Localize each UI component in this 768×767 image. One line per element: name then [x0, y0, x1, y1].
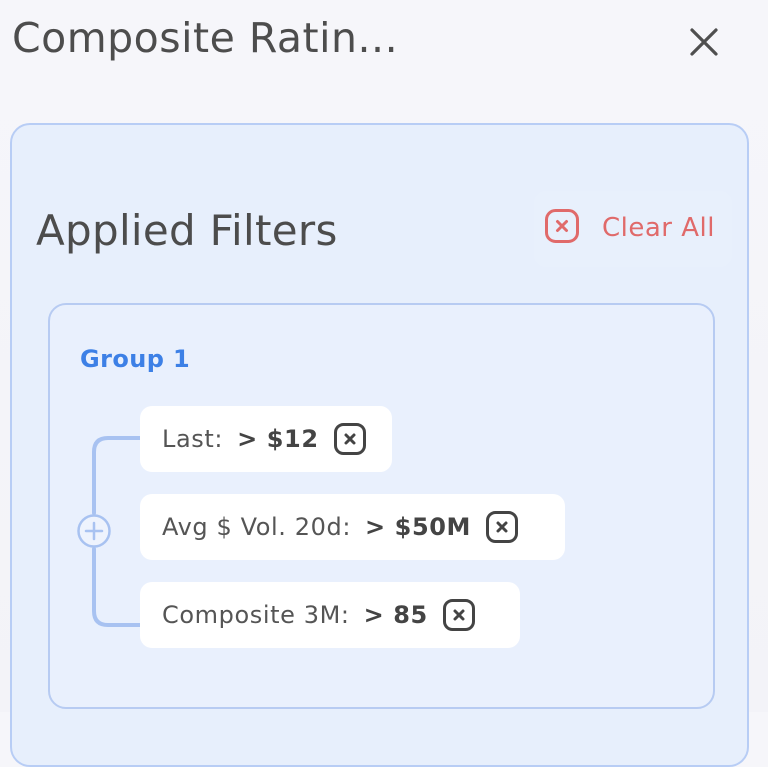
- clear-all-label: Clear All: [602, 213, 715, 243]
- filter-group: Group 1 Last: > $12 Avg $ Vol. 20d: > $5…: [48, 303, 715, 709]
- applied-filters-heading: Applied Filters: [36, 206, 338, 255]
- filter-value: > 85: [363, 601, 428, 629]
- filter-value: > $50M: [365, 513, 472, 541]
- close-square-icon[interactable]: [485, 510, 519, 544]
- close-square-icon[interactable]: [442, 598, 476, 632]
- filter-chip-avg-vol: Avg $ Vol. 20d: > $50M: [140, 494, 565, 560]
- filter-name: Avg $ Vol. 20d:: [162, 513, 351, 541]
- close-square-icon: [545, 209, 579, 243]
- applied-filters-panel: Applied Filters Clear All Group 1 Last: …: [10, 123, 749, 767]
- plus-circle-icon[interactable]: [76, 513, 112, 549]
- filter-value: > $12: [237, 425, 319, 453]
- filter-name: Last:: [162, 425, 224, 453]
- group-title: Group 1: [80, 345, 191, 373]
- page-title: Composite Ratin...: [12, 14, 399, 62]
- clear-all-button[interactable]: Clear All: [534, 191, 732, 267]
- filter-chip-composite: Composite 3M: > 85: [140, 582, 520, 648]
- filter-chip-last: Last: > $12: [140, 406, 392, 472]
- close-icon[interactable]: [682, 20, 726, 64]
- filter-name: Composite 3M:: [162, 601, 350, 629]
- close-square-icon[interactable]: [333, 422, 367, 456]
